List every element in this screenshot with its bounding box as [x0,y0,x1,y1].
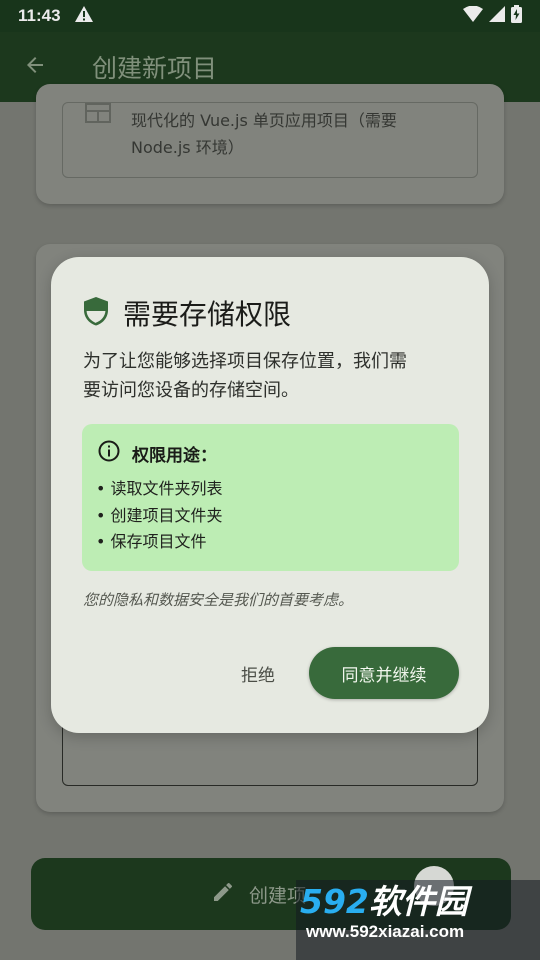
privacy-note: 您的隐私和数据安全是我们的首要考虑。 [83,591,354,609]
info-icon [98,440,120,466]
watermark: 592软件园 www.592xiazai.com [296,880,540,960]
storage-permission-dialog: 需要存储权限 为了让您能够选择项目保存位置，我们需 要访问您设备的存储空间。 权… [51,257,489,733]
watermark-logo-text: 软件园 [368,882,468,921]
watermark-url: www.592xiazai.com [306,922,465,941]
dialog-message-line: 要访问您设备的存储空间。 [83,380,299,401]
agree-continue-button[interactable]: 同意并继续 [309,647,459,699]
usage-header: 权限用途： [98,440,217,466]
shield-icon [83,296,109,330]
permission-usage-box: 权限用途： • 读取文件夹列表 • 创建项目文件夹 • 保存项目文件 [82,424,459,571]
dialog-title: 需要存储权限 [123,298,292,331]
deny-button[interactable]: 拒绝 [227,649,289,697]
watermark-logo-number: 592 [300,882,369,921]
usage-title: 权限用途： [132,445,217,466]
watermark-logo: 592软件园 [300,882,468,922]
usage-item: • 保存项目文件 [96,532,207,551]
dialog-message-line: 为了让您能够选择项目保存位置，我们需 [83,351,407,372]
usage-item: • 读取文件夹列表 [96,479,223,498]
usage-list: • 读取文件夹列表 • 创建项目文件夹 • 保存项目文件 [96,476,223,556]
dialog-message: 为了让您能够选择项目保存位置，我们需 要访问您设备的存储空间。 [83,347,463,405]
usage-item: • 创建项目文件夹 [96,505,223,525]
dialog-header: 需要存储权限 [83,293,291,333]
